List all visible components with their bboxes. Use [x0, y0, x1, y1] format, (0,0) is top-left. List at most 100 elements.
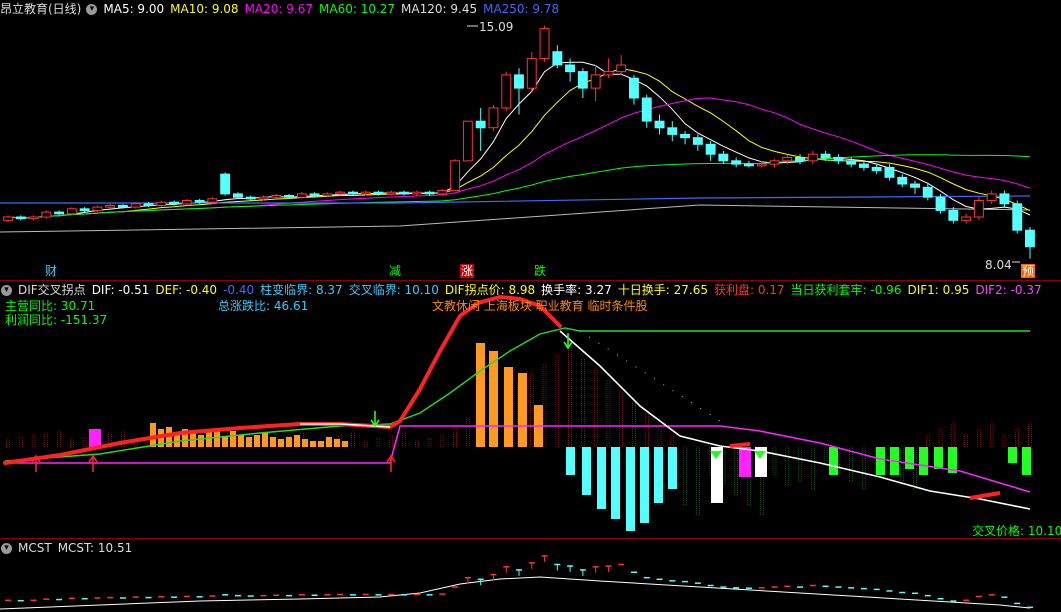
candle-body — [130, 203, 141, 208]
histogram-bar-up — [230, 431, 236, 447]
mcst-value: MCST: 10.51 — [57, 541, 133, 555]
candle-body — [577, 71, 588, 89]
histogram-outline — [466, 417, 470, 448]
histogram-bar-down — [640, 447, 649, 523]
histogram-bar-up — [278, 439, 284, 447]
candle-body — [807, 153, 818, 162]
candle-body — [859, 163, 869, 168]
chart-settings-icon[interactable]: ▾ — [86, 4, 98, 15]
dif-indicator-chart[interactable] — [0, 281, 1061, 538]
event-marker-2[interactable]: 涨 — [460, 264, 475, 278]
candle-body — [756, 163, 767, 167]
candle-body — [424, 191, 435, 195]
mcst-title: MCST — [18, 541, 52, 555]
event-marker-3[interactable]: 跌 — [533, 264, 548, 278]
histogram-outline — [376, 437, 381, 448]
candle-body — [718, 153, 729, 162]
ma-value-2: MA20: 9.67 — [244, 2, 313, 16]
mcst-panel[interactable]: ▾ MCST MCST: 10.51 — [0, 539, 1061, 612]
histogram-outline — [734, 446, 738, 496]
candle-body — [143, 203, 154, 207]
candle-body — [488, 107, 499, 129]
histogram-bar-up — [326, 437, 332, 447]
candle-body — [910, 183, 920, 188]
ma-value-3: MA60: 10.27 — [319, 2, 396, 16]
main-yoy: 主营同比: 30.71 — [5, 299, 96, 313]
dif-item-1: DEF: -0.40 — [155, 283, 218, 297]
histogram-outline — [606, 379, 611, 448]
histogram-outline — [925, 434, 930, 448]
histogram-bar-up — [294, 435, 300, 447]
histogram-outline — [632, 401, 636, 448]
histogram-bar-magenta — [739, 447, 751, 477]
histogram-outline — [542, 363, 547, 448]
dif-indicator-panel[interactable]: ▾ DIF交叉拐点 DIF: -0.51 DEF: -0.40 -0.40 柱变临界: 8… — [0, 281, 1061, 538]
ma120-line — [0, 204, 1031, 233]
candle-body — [744, 163, 754, 167]
dif-rising-line — [729, 442, 751, 448]
ma-value-0: MA5: 9.00 — [103, 2, 165, 16]
histogram-outline — [593, 368, 598, 448]
candle-body — [1012, 203, 1023, 231]
histogram-bar-down — [626, 447, 635, 531]
histogram-outline — [363, 440, 368, 448]
event-marker-4[interactable]: 预 — [1021, 264, 1036, 278]
candle-body — [386, 191, 397, 195]
histogram-outline — [414, 440, 419, 448]
dif-item-10: DIF1: 0.95 — [907, 283, 970, 297]
candle-body — [590, 74, 601, 89]
mcst-settings-icon[interactable]: ▾ — [1, 543, 12, 554]
histogram-outline — [951, 422, 956, 448]
histogram-bar-magenta — [89, 429, 101, 447]
histogram-bar-up — [222, 437, 228, 447]
mcst-legend: ▾ MCST MCST: 10.51 — [0, 540, 138, 556]
candle-body — [360, 191, 371, 195]
candle-body — [565, 64, 575, 73]
candle-body — [871, 166, 882, 172]
histogram-outline — [555, 354, 560, 448]
histogram-outline — [453, 426, 457, 448]
histogram-outline — [1015, 428, 1020, 448]
histogram-bar-up — [334, 439, 340, 447]
event-marker-0[interactable]: 财 — [44, 264, 59, 278]
candle-body — [986, 193, 997, 201]
histogram-bar-up — [246, 437, 252, 447]
buy-arrow-icon — [386, 454, 396, 472]
histogram-outline — [57, 430, 61, 448]
histogram-outline — [427, 437, 432, 448]
projection-dots — [579, 330, 721, 422]
histogram-outline — [619, 390, 624, 448]
candle-body — [437, 190, 448, 195]
candle-body — [629, 77, 639, 99]
histogram-outline — [70, 438, 74, 448]
mcst-chart[interactable] — [0, 539, 1061, 612]
dif-item-6: 换手率: 3.27 — [541, 283, 612, 297]
candle-body — [284, 195, 295, 198]
candlestick-chart[interactable] — [0, 0, 1061, 280]
histogram-outline — [823, 446, 828, 466]
histogram-bar-down — [566, 447, 575, 475]
candle-body — [884, 166, 895, 178]
low-price-label: 8.04 — [985, 258, 1012, 272]
dif-values: DIF: -0.51 DEF: -0.40 -0.40 柱变临界: 8.37 交叉临界:… — [92, 283, 1048, 297]
histogram-bar-up — [254, 435, 260, 447]
event-marker-1[interactable]: 减 — [388, 264, 403, 278]
candle-body — [654, 120, 665, 129]
histogram-bar-down — [582, 447, 591, 495]
candle-body — [79, 208, 90, 212]
histogram-bar-up — [342, 441, 348, 447]
candle-body — [41, 211, 52, 218]
indicator-settings-icon[interactable]: ▾ — [1, 285, 12, 296]
histogram-outline — [696, 446, 700, 516]
histogram-bar-green — [829, 447, 838, 475]
candle-body — [271, 195, 282, 198]
candle-body — [258, 196, 269, 200]
histogram-bar-up — [262, 433, 268, 447]
histogram-outline — [989, 422, 994, 448]
price-chart-panel[interactable]: 昂立教育(日线) ▾ MA5: 9.00 MA10: 9.08 MA20: 9.67 MA… — [0, 0, 1061, 280]
histogram-outline — [402, 431, 406, 448]
candle-body — [92, 206, 103, 211]
candle-body — [501, 74, 512, 109]
dif-item-8: 获利盘: 0.17 — [713, 283, 785, 297]
dif-item-3: 柱变临界: 8.37 — [260, 283, 343, 297]
